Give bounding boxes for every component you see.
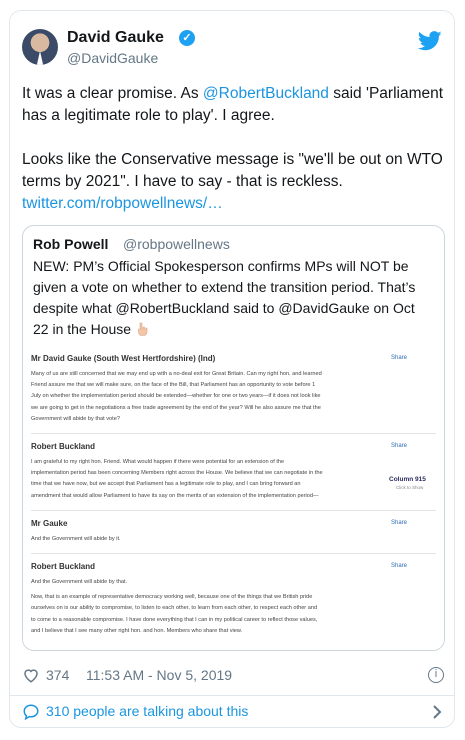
author-name[interactable]: David Gauke xyxy=(67,29,164,47)
twitter-bird-icon[interactable] xyxy=(418,31,442,51)
heart-icon[interactable] xyxy=(22,666,40,684)
hansard-paragraph: And the Government will abide by it. xyxy=(31,534,381,545)
chevron-right-icon xyxy=(433,705,442,719)
hansard-speaker: Mr Gauke xyxy=(31,518,68,528)
verified-badge-icon: ✓ xyxy=(179,30,195,46)
author-handle[interactable]: @DavidGauke xyxy=(67,50,158,66)
quoted-text-body: NEW: PM’s Official Spokesperson confirms… xyxy=(33,258,416,337)
hansard-speaker: Robert Buckland xyxy=(31,562,96,571)
pointing-down-icon xyxy=(138,322,148,336)
hansard-paragraph: And the Government will abide by that. No… xyxy=(31,577,381,637)
author-avatar[interactable] xyxy=(22,29,58,65)
share-link[interactable]: Share xyxy=(391,520,407,526)
quoted-tweet[interactable]: Rob Powell @robpowellnews NEW: PM’s Offi… xyxy=(22,225,445,651)
hansard-line: Friend assure me that we will make sure,… xyxy=(31,382,316,389)
hansard-line: implementation period has been concernin… xyxy=(31,470,323,477)
hansard-speaker: Mr David Gauke (South West Hertfordshire… xyxy=(31,354,216,363)
hansard-speaker: Robert Buckland xyxy=(31,442,96,451)
hansard-line: we are going to get in the negotiations … xyxy=(31,404,321,411)
hansard-line: time that we have now, but we accept tha… xyxy=(31,481,301,488)
column-reference: Column 915 xyxy=(389,476,426,483)
hansard-line: And the Government will abide by that. xyxy=(31,579,128,585)
share-link[interactable]: Share xyxy=(391,563,407,569)
tweet-text: It was a clear promise. As @RobertBuckla… xyxy=(22,83,446,215)
hansard-divider xyxy=(31,553,436,554)
hansard-divider xyxy=(31,509,436,511)
share-link[interactable]: Share xyxy=(391,443,407,449)
hansard-line: July on whether the implementation perio… xyxy=(31,393,321,400)
hansard-paragraph: Many of us are still concerned that we m… xyxy=(31,369,381,425)
divider xyxy=(10,695,454,696)
share-link[interactable]: Share xyxy=(391,355,407,361)
hansard-paragraph: I am grateful to my right hon. Friend. W… xyxy=(31,457,381,502)
hansard-line: Government will abide by that vote? xyxy=(31,415,120,422)
hansard-line: to come to a reasonable compromise. I ha… xyxy=(31,616,318,623)
conversation-label: 310 people are talking about this xyxy=(46,703,249,719)
quoted-text: NEW: PM’s Official Spokesperson confirms… xyxy=(33,256,433,340)
like-count[interactable]: 374 xyxy=(46,667,69,683)
tweet-card: David Gauke ✓ @DavidGauke It was a clear… xyxy=(9,10,455,728)
hansard-line: Now, that is an example of representativ… xyxy=(31,594,313,601)
info-icon[interactable]: i xyxy=(428,667,444,683)
hansard-line: And the Government will abide by it. xyxy=(31,535,121,542)
hansard-line: I am grateful to my right hon. Friend. W… xyxy=(31,459,285,465)
tweet-header: David Gauke ✓ @DavidGauke xyxy=(22,29,442,79)
tweet-timestamp[interactable]: 11:53 AM - Nov 5, 2019 xyxy=(86,667,232,683)
hansard-line: Many of us are still concerned that we m… xyxy=(31,371,322,377)
hansard-line: ourselves on is our ability to compromis… xyxy=(31,605,318,612)
hansard-line: and I believe that I see many other righ… xyxy=(31,627,243,634)
hansard-screenshot: Mr David Gauke (South West Hertfordshire… xyxy=(23,346,444,650)
mention-link[interactable]: @RobertBuckland xyxy=(203,85,329,102)
hansard-line: amendment that would allow Parliament to… xyxy=(31,492,319,499)
comment-bubble-icon xyxy=(23,704,39,721)
quoted-author-name: Rob Powell xyxy=(33,236,109,252)
tweet-text-part: Looks like the Conservative message is "… xyxy=(22,151,443,190)
quoted-author-handle: @robpowellnews xyxy=(123,236,230,252)
quoted-tweet-link[interactable]: twitter.com/robpowellnews/… xyxy=(22,195,223,212)
column-reference-hint: Click to Show xyxy=(396,485,424,490)
tweet-text-part: It was a clear promise. As xyxy=(22,85,203,102)
conversation-link[interactable]: 310 people are talking about this xyxy=(22,701,446,723)
hansard-divider xyxy=(31,433,436,434)
tweet-actions: 374 11:53 AM - Nov 5, 2019 i xyxy=(22,666,446,686)
